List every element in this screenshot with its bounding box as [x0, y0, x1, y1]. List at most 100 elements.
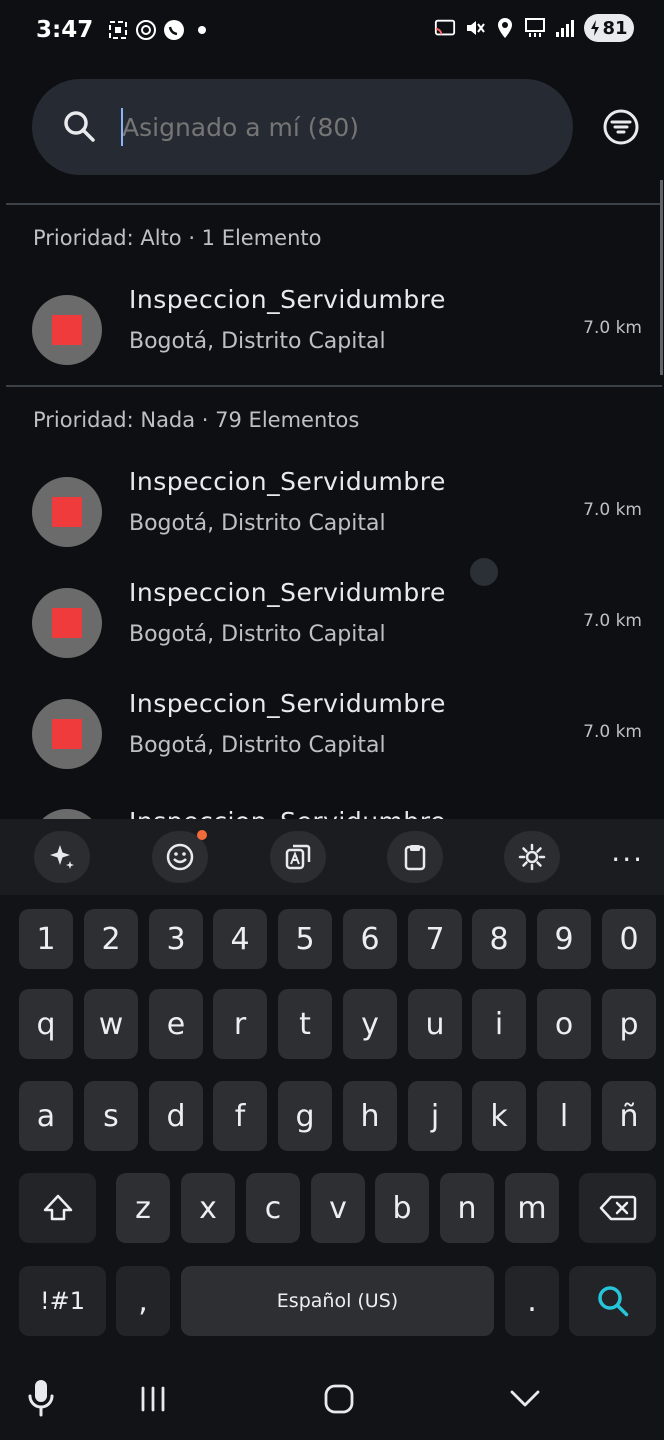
key-3[interactable]: 3: [149, 909, 203, 969]
search-bar[interactable]: [32, 79, 573, 175]
item-title: Inspeccion_Servidumbre: [129, 689, 446, 718]
item-distance: 7.0 km: [583, 500, 642, 520]
key-v[interactable]: v: [311, 1173, 365, 1243]
notification-icons: [107, 19, 213, 41]
symbols-key[interactable]: !#1: [19, 1266, 106, 1336]
key-u[interactable]: u: [408, 989, 462, 1059]
list-item[interactable]: Inspeccion_Servidumbre Bogotá, Distrito …: [0, 684, 664, 784]
list-item[interactable]: Inspeccion_Servidumbre Bogotá, Distrito …: [0, 280, 664, 380]
key-4[interactable]: 4: [213, 909, 267, 969]
key-i[interactable]: i: [472, 989, 526, 1059]
signal-icon: [554, 17, 576, 39]
search-input[interactable]: [122, 103, 542, 151]
search-icon: [62, 109, 96, 147]
key-q[interactable]: q: [19, 989, 73, 1059]
translate-icon: [285, 844, 311, 870]
item-title: Inspeccion_Servidumbre: [129, 467, 446, 496]
item-status-icon: [32, 588, 102, 658]
list-item-partial[interactable]: Inspeccion_Servidumbre: [0, 805, 664, 819]
key-f[interactable]: f: [213, 1081, 267, 1151]
toolbar-more-button[interactable]: ···: [611, 843, 644, 876]
key-b[interactable]: b: [375, 1173, 429, 1243]
key-j[interactable]: j: [408, 1081, 462, 1151]
clipboard-button[interactable]: [387, 831, 443, 883]
item-status-icon: [32, 477, 102, 547]
search-submit-key[interactable]: [569, 1266, 656, 1336]
chevron-down-icon: [510, 1390, 540, 1407]
key-s[interactable]: s: [84, 1081, 138, 1151]
item-distance: 7.0 km: [583, 722, 642, 742]
key-n[interactable]: n: [440, 1173, 494, 1243]
key-o[interactable]: o: [537, 989, 591, 1059]
gear-icon: [518, 843, 546, 871]
system-status-icons: 81: [434, 14, 634, 42]
item-subtitle: Bogotá, Distrito Capital: [129, 733, 386, 758]
key-ntilde[interactable]: ñ: [602, 1081, 656, 1151]
hide-keyboard-button[interactable]: [510, 1388, 540, 1414]
key-p[interactable]: p: [602, 989, 656, 1059]
key-y[interactable]: y: [343, 989, 397, 1059]
keyboard-settings-button[interactable]: [504, 831, 560, 883]
key-k[interactable]: k: [472, 1081, 526, 1151]
recent-apps-icon: [141, 1386, 165, 1412]
microphone-icon[interactable]: [28, 1378, 54, 1422]
notification-dot: [197, 830, 207, 840]
backspace-key[interactable]: [579, 1173, 656, 1243]
cast-icon: [434, 17, 456, 39]
item-status-icon: [32, 295, 102, 365]
shift-key[interactable]: [19, 1173, 96, 1243]
translate-button[interactable]: [270, 831, 326, 883]
status-bar: 3:47 81: [0, 0, 664, 60]
key-5[interactable]: 5: [278, 909, 332, 969]
key-c[interactable]: c: [246, 1173, 300, 1243]
list-item[interactable]: Inspeccion_Servidumbre Bogotá, Distrito …: [0, 573, 664, 673]
filter-button[interactable]: [600, 106, 642, 148]
key-2[interactable]: 2: [84, 909, 138, 969]
comma-key[interactable]: ,: [116, 1266, 170, 1336]
space-key[interactable]: Español (US): [181, 1266, 494, 1336]
divider: [6, 385, 662, 387]
threads-icon: [135, 19, 157, 41]
key-r[interactable]: r: [213, 989, 267, 1059]
backspace-icon: [599, 1195, 636, 1221]
key-g[interactable]: g: [278, 1081, 332, 1151]
key-t[interactable]: t: [278, 989, 332, 1059]
key-0[interactable]: 0: [602, 909, 656, 969]
key-d[interactable]: d: [149, 1081, 203, 1151]
item-subtitle: Bogotá, Distrito Capital: [129, 511, 386, 536]
list-item[interactable]: Inspeccion_Servidumbre Bogotá, Distrito …: [0, 462, 664, 562]
key-w[interactable]: w: [84, 989, 138, 1059]
mute-icon: [464, 17, 486, 39]
touch-indicator: [470, 558, 498, 586]
divider: [6, 203, 662, 205]
key-l[interactable]: l: [537, 1081, 591, 1151]
battery-level: 81: [602, 17, 628, 39]
key-m[interactable]: m: [505, 1173, 559, 1243]
home-button[interactable]: [324, 1384, 354, 1418]
emoji-icon: [166, 843, 194, 871]
section-header-alto: Prioridad: Alto · 1 Elemento: [33, 226, 322, 250]
key-h[interactable]: h: [343, 1081, 397, 1151]
item-subtitle: Bogotá, Distrito Capital: [129, 329, 386, 354]
key-6[interactable]: 6: [343, 909, 397, 969]
ai-tools-button[interactable]: [34, 831, 90, 883]
key-1[interactable]: 1: [19, 909, 73, 969]
recent-apps-button[interactable]: [138, 1386, 168, 1416]
key-e[interactable]: e: [149, 989, 203, 1059]
item-subtitle: Bogotá, Distrito Capital: [129, 622, 386, 647]
key-x[interactable]: x: [181, 1173, 235, 1243]
key-7[interactable]: 7: [408, 909, 462, 969]
keyboard: ··· 1 2 3 4 5 6 7 8 9 0 q w e r t y u i …: [0, 819, 664, 1440]
key-a[interactable]: a: [19, 1081, 73, 1151]
key-z[interactable]: z: [116, 1173, 170, 1243]
item-status-icon: [32, 699, 102, 769]
period-key[interactable]: .: [505, 1266, 559, 1336]
key-9[interactable]: 9: [537, 909, 591, 969]
item-distance: 7.0 km: [583, 611, 642, 631]
sparkle-icon: [50, 845, 74, 869]
key-8[interactable]: 8: [472, 909, 526, 969]
filter-icon: [603, 109, 639, 145]
battery-indicator: 81: [584, 14, 634, 42]
section-header-nada: Prioridad: Nada · 79 Elementos: [33, 408, 360, 432]
navigation-bar: [0, 1356, 664, 1440]
